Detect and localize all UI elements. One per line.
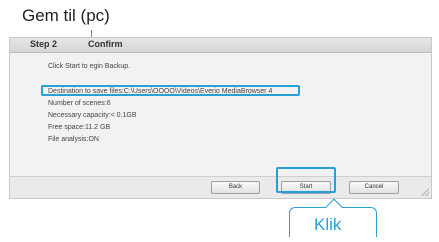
click-callout-label: Klik xyxy=(314,215,342,234)
start-highlight xyxy=(276,167,336,193)
resize-grip-icon[interactable] xyxy=(421,188,429,196)
back-button[interactable]: Back xyxy=(211,181,260,194)
dialog-footer: Back Start Cancel xyxy=(10,176,431,198)
annotation-save-to-pc: Gem til (pc) xyxy=(22,6,110,25)
free-space-text: Free space:11.2 GB xyxy=(48,124,111,131)
cancel-button[interactable]: Cancel xyxy=(349,181,399,194)
dialog-header: Step 2 Confirm xyxy=(10,38,431,53)
capacity-text: Necessary capacity:< 0.1GB xyxy=(48,112,137,119)
dialog-title: Confirm xyxy=(88,39,123,49)
scene-count-text: Number of scenes:6 xyxy=(48,100,111,107)
backup-confirm-dialog: Step 2 Confirm Click Start to egin Backu… xyxy=(9,37,432,199)
intro-text: Click Start to egin Backup. xyxy=(48,63,131,70)
file-analysis-text: File analysis:ON xyxy=(48,136,99,143)
destination-text: Destination to save files:C:\Users\OOOO\… xyxy=(48,88,273,95)
step-label: Step 2 xyxy=(30,39,58,49)
